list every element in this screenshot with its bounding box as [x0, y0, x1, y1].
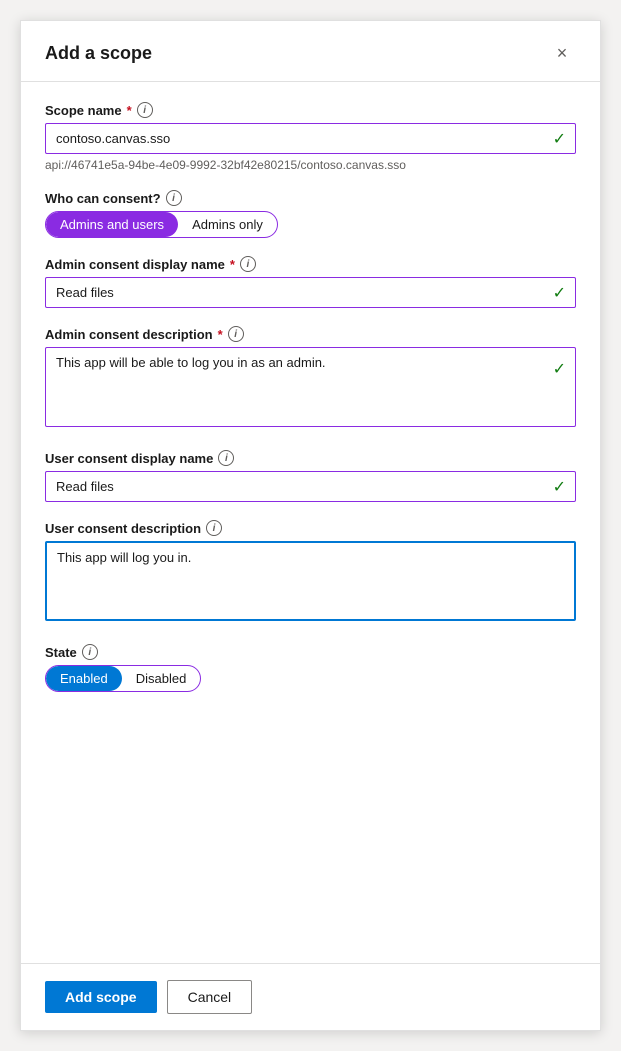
admin-consent-description-checkmark: ✓: [553, 359, 566, 379]
toggle-admins-only[interactable]: Admins only: [178, 212, 277, 237]
state-label: State i: [45, 644, 576, 660]
admin-consent-display-name-checkmark: ✓: [553, 283, 566, 303]
add-scope-dialog: Add a scope × Scope name * i ✓ api://467…: [20, 20, 601, 1031]
admin-consent-display-name-label: Admin consent display name * i: [45, 256, 576, 272]
required-asterisk-2: *: [230, 257, 235, 272]
state-info-icon[interactable]: i: [82, 644, 98, 660]
user-consent-display-name-checkmark: ✓: [553, 477, 566, 497]
who-can-consent-info-icon[interactable]: i: [166, 190, 182, 206]
user-consent-description-wrapper: This app will log you in.: [45, 541, 576, 626]
dialog-title: Add a scope: [45, 43, 152, 64]
admin-consent-description-group: Admin consent description * i This app w…: [45, 326, 576, 432]
admin-consent-description-label: Admin consent description * i: [45, 326, 576, 342]
user-consent-description-group: User consent description i This app will…: [45, 520, 576, 626]
toggle-enabled[interactable]: Enabled: [46, 666, 122, 691]
toggle-admins-and-users[interactable]: Admins and users: [46, 212, 178, 237]
user-consent-display-name-info-icon[interactable]: i: [218, 450, 234, 466]
admin-consent-display-name-input[interactable]: [45, 277, 576, 308]
scope-name-group: Scope name * i ✓ api://46741e5a-94be-4e0…: [45, 102, 576, 172]
who-can-consent-group: Who can consent? i Admins and users Admi…: [45, 190, 576, 238]
user-consent-description-label: User consent description i: [45, 520, 576, 536]
add-scope-button[interactable]: Add scope: [45, 981, 157, 1013]
cancel-button[interactable]: Cancel: [167, 980, 253, 1014]
admin-consent-description-wrapper: This app will be able to log you in as a…: [45, 347, 576, 432]
user-consent-description-info-icon[interactable]: i: [206, 520, 222, 536]
who-can-consent-label: Who can consent? i: [45, 190, 576, 206]
admin-consent-display-name-wrapper: ✓: [45, 277, 576, 308]
state-group: State i Enabled Disabled: [45, 644, 576, 692]
scope-name-input[interactable]: [45, 123, 576, 154]
dialog-header: Add a scope ×: [21, 21, 600, 82]
user-consent-display-name-label: User consent display name i: [45, 450, 576, 466]
dialog-body: Scope name * i ✓ api://46741e5a-94be-4e0…: [21, 82, 600, 963]
toggle-disabled[interactable]: Disabled: [122, 666, 201, 691]
who-can-consent-toggle: Admins and users Admins only: [45, 211, 278, 238]
scope-name-input-wrapper: ✓: [45, 123, 576, 154]
state-toggle: Enabled Disabled: [45, 665, 201, 692]
scope-name-info-icon[interactable]: i: [137, 102, 153, 118]
user-consent-description-textarea[interactable]: This app will log you in.: [45, 541, 576, 621]
scope-url: api://46741e5a-94be-4e09-9992-32bf42e802…: [45, 158, 576, 172]
user-consent-display-name-input[interactable]: [45, 471, 576, 502]
required-asterisk: *: [127, 103, 132, 118]
scope-name-label: Scope name * i: [45, 102, 576, 118]
dialog-footer: Add scope Cancel: [21, 963, 600, 1030]
close-button[interactable]: ×: [548, 39, 576, 67]
user-consent-display-name-wrapper: ✓: [45, 471, 576, 502]
admin-consent-display-name-group: Admin consent display name * i ✓: [45, 256, 576, 308]
admin-consent-display-name-info-icon[interactable]: i: [240, 256, 256, 272]
admin-consent-description-textarea[interactable]: This app will be able to log you in as a…: [45, 347, 576, 427]
admin-consent-description-info-icon[interactable]: i: [228, 326, 244, 342]
required-asterisk-3: *: [218, 327, 223, 342]
scope-name-checkmark: ✓: [553, 129, 566, 149]
user-consent-display-name-group: User consent display name i ✓: [45, 450, 576, 502]
